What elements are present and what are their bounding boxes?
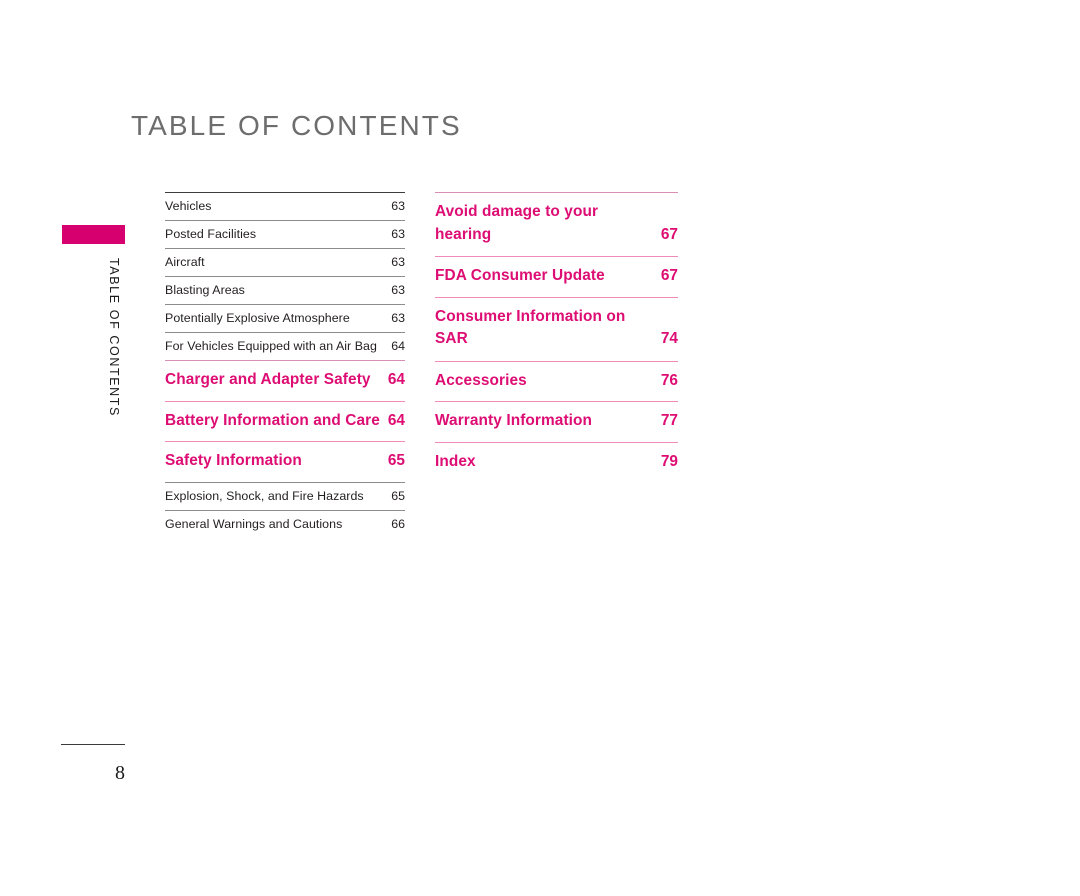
toc-entry[interactable]: General Warnings and Cautions 66 — [165, 509, 405, 538]
toc-entry-page-number: 74 — [660, 330, 678, 347]
toc-entry-label: Safety Information — [165, 452, 302, 469]
toc-entry[interactable]: Potentially Explosive Atmosphere 63 — [165, 304, 405, 332]
toc-entry-label: General Warnings and Cautions — [165, 516, 343, 531]
toc-entry-page-number: 79 — [660, 452, 678, 470]
toc-entry-label: FDA Consumer Update — [435, 267, 605, 284]
toc-entry[interactable]: Consumer Information on SAR 74 — [435, 296, 678, 361]
toc-entry-page-number: 77 — [660, 412, 678, 429]
toc-entry-page-number: 67 — [660, 225, 678, 243]
toc-entry-label: Aircraft — [165, 255, 205, 269]
toc-entry[interactable]: Charger and Adapter Safety 64 — [165, 360, 405, 401]
table-of-contents: Vehicles 63 Posted Facilities 63 Aircraft 63 B… — [0, 0, 1080, 896]
toc-entry-label: Blasting Areas — [165, 283, 245, 297]
toc-entry-label: Avoid damage to your hearing — [435, 203, 599, 243]
toc-entry[interactable]: For Vehicles Equipped with an Air Bag 64 — [165, 332, 405, 360]
toc-entry-page-number: 63 — [391, 283, 405, 297]
toc-entry-label: Explosion, Shock, and Fire Hazards — [165, 488, 364, 503]
toc-entry[interactable]: Avoid damage to your hearing 67 — [435, 192, 678, 256]
toc-entry-label: Accessories — [435, 371, 527, 389]
toc-entry[interactable]: Blasting Areas 63 — [165, 276, 405, 304]
toc-entry-page-number: 65 — [391, 488, 405, 503]
toc-column-right: Avoid damage to your hearing 67 FDA Consum… — [435, 192, 678, 482]
toc-entry[interactable]: Explosion, Shock, and Fire Hazards 65 — [165, 481, 405, 510]
toc-entry-page-number: 63 — [391, 227, 405, 241]
toc-entry-label: Index — [435, 452, 476, 470]
toc-entry[interactable]: FDA Consumer Update 67 — [435, 256, 678, 297]
toc-entry-label: Posted Facilities — [165, 227, 257, 241]
toc-entry[interactable]: Aircraft 63 — [165, 248, 405, 276]
toc-entry-label: For Vehicles Equipped with an Air Bag — [165, 339, 377, 353]
toc-entry-page-number: 64 — [387, 411, 405, 429]
toc-entry-page-number: 65 — [387, 452, 405, 469]
toc-entry-label: Battery Information and Care — [165, 411, 380, 429]
toc-entry-page-number: 63 — [391, 199, 405, 213]
document-page: TABLE OF CONTENTS TABLE OF CONTENTS 8 Ve… — [0, 0, 1080, 896]
toc-entry-page-number: 63 — [391, 311, 405, 325]
toc-entry[interactable]: Index 79 — [435, 441, 678, 483]
toc-entry[interactable]: Vehicles 63 — [165, 192, 405, 220]
toc-column-left: Vehicles 63 Posted Facilities 63 Aircraft 63 B… — [165, 192, 405, 538]
toc-entry-page-number: 64 — [391, 339, 405, 353]
toc-entry-page-number: 63 — [391, 255, 405, 269]
toc-entry-label: Warranty Information — [435, 412, 593, 429]
toc-entry-label: Charger and Adapter Safety — [165, 371, 371, 388]
toc-entry[interactable]: Posted Facilities 63 — [165, 220, 405, 248]
toc-entry-label: Vehicles — [165, 199, 212, 213]
toc-entry-label: Potentially Explosive Atmosphere — [165, 311, 350, 325]
toc-entry[interactable]: Accessories 76 — [435, 360, 678, 402]
toc-entry-page-number: 64 — [387, 371, 405, 388]
toc-entry[interactable]: Warranty Information 77 — [435, 401, 678, 442]
toc-entry-page-number: 67 — [660, 267, 678, 284]
toc-entry[interactable]: Battery Information and Care 64 — [165, 400, 405, 442]
toc-entry-page-number: 76 — [660, 371, 678, 389]
toc-entry-label: Consumer Information on SAR — [435, 307, 626, 348]
toc-entry-page-number: 66 — [391, 516, 405, 531]
toc-entry[interactable]: Safety Information 65 — [165, 441, 405, 482]
